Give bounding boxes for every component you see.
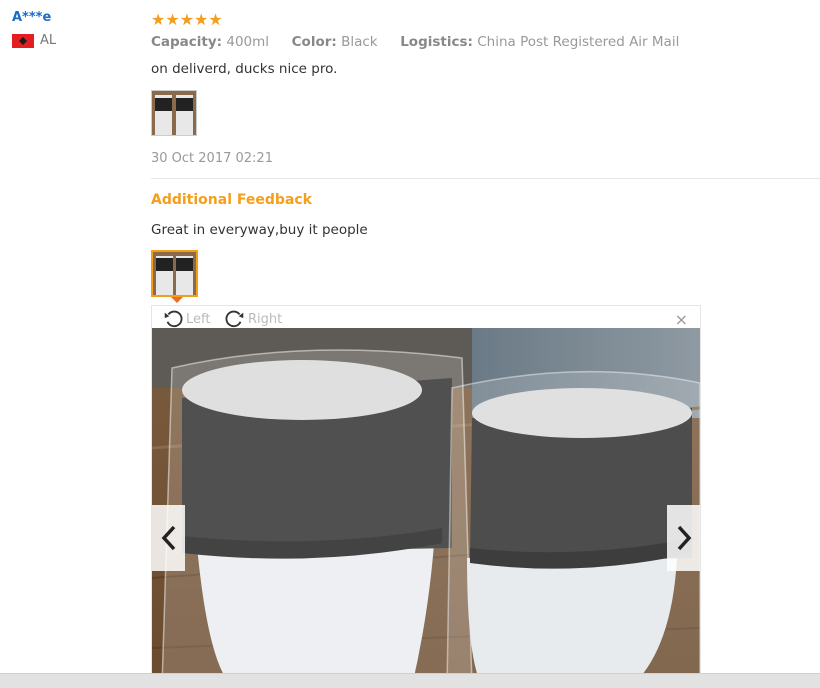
chevron-right-icon <box>677 525 691 551</box>
chevron-left-icon <box>161 525 175 551</box>
review-photo-large <box>152 328 700 686</box>
rotate-right-label: Right <box>248 311 283 327</box>
next-image-button[interactable] <box>667 505 700 571</box>
attr-logistics-label: Logistics: <box>400 34 473 50</box>
review-photo-thumbnail[interactable] <box>151 90 197 136</box>
country-code: AL <box>40 33 57 48</box>
rotate-right-button[interactable]: Right <box>224 308 282 330</box>
review-attributes: Capacity: 400ml Color: Black Logistics: … <box>151 34 679 50</box>
image-viewer: Left Right × <box>151 305 701 687</box>
horizontal-scrollbar[interactable] <box>0 673 820 688</box>
reviewer-info: A***e AL <box>12 10 56 48</box>
review-text: on deliverd, ducks nice pro. <box>151 61 338 77</box>
review-date: 30 Oct 2017 02:21 <box>151 151 273 166</box>
flag-icon <box>12 33 34 48</box>
attr-logistics-value: China Post Registered Air Mail <box>477 34 680 50</box>
attr-capacity-label: Capacity: <box>151 34 223 50</box>
rotate-left-icon <box>164 310 183 328</box>
attr-color-label: Color: <box>291 34 337 50</box>
rotate-left-button[interactable]: Left <box>162 308 210 330</box>
thumbnail-image <box>152 91 196 135</box>
rotate-right-icon <box>225 310 244 328</box>
thumbnail-image <box>153 252 196 295</box>
reviewer-country: AL <box>12 33 56 48</box>
viewer-toolbar: Left Right × <box>152 306 700 330</box>
active-thumbnail-pointer <box>171 297 183 303</box>
divider <box>151 178 820 179</box>
additional-feedback-title: Additional Feedback <box>151 192 312 208</box>
previous-image-button[interactable] <box>152 505 185 571</box>
reviewer-name[interactable]: A***e <box>12 10 56 25</box>
rotate-left-label: Left <box>186 311 211 327</box>
star-rating: ★★★★★ <box>151 10 223 29</box>
photo-image <box>152 328 700 686</box>
attr-color-value: Black <box>341 34 378 50</box>
attr-capacity-value: 400ml <box>226 34 270 50</box>
additional-photo-thumbnail[interactable] <box>151 250 198 297</box>
close-viewer-button[interactable]: × <box>675 310 688 329</box>
additional-feedback-text: Great in everyway,buy it people <box>151 222 368 238</box>
